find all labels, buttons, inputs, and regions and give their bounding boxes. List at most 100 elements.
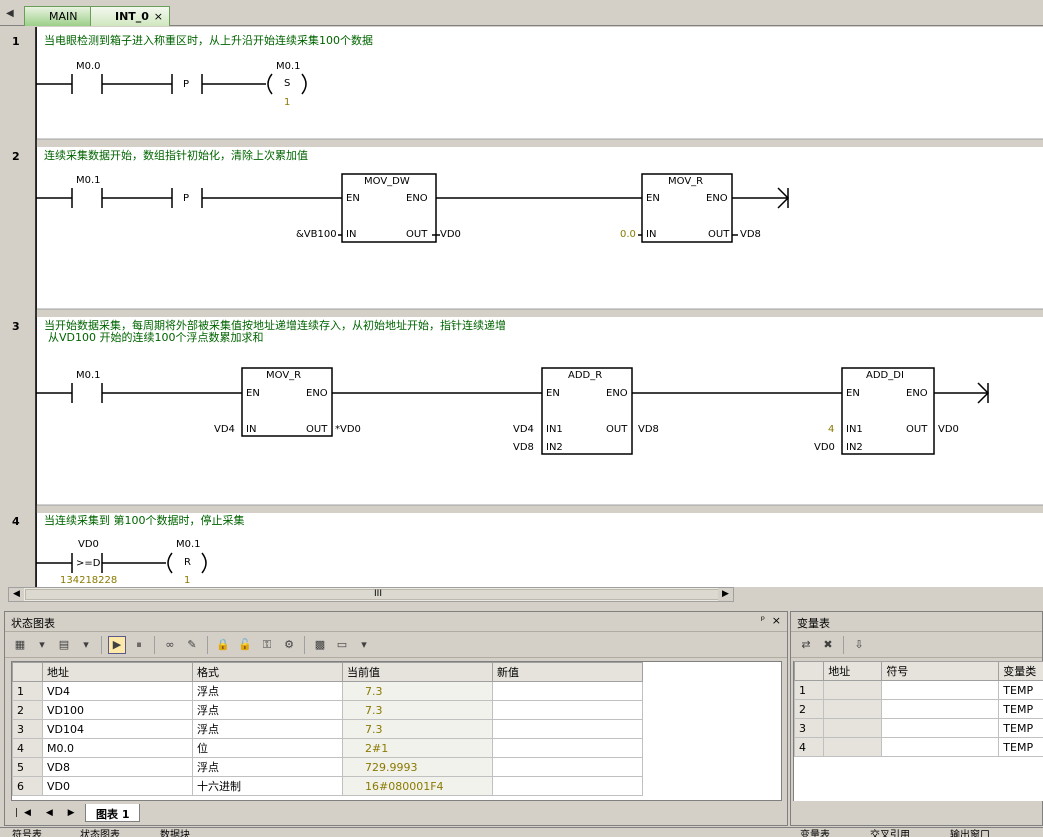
network-comment[interactable]: 连续采集数据开始，数组指针初始化，清除上次累加值 bbox=[44, 150, 308, 162]
col-header-format[interactable]: 格式 bbox=[192, 662, 343, 682]
network-comment[interactable]: 当电眼检测到箱子进入称重区时，从上升沿开始连续采集100个数据 bbox=[44, 35, 373, 47]
cell-format[interactable]: 浮点 bbox=[192, 700, 343, 720]
pin-icon[interactable]: ᵖ bbox=[761, 615, 765, 626]
cell-vartype[interactable]: TEMP bbox=[998, 737, 1043, 757]
monitor-pause-icon[interactable]: ⏸ bbox=[130, 636, 148, 654]
coil-operand[interactable]: M0.1 bbox=[276, 61, 301, 72]
cell-address[interactable]: M0.0 bbox=[42, 738, 193, 758]
scroll-left-icon[interactable]: ◀ bbox=[9, 588, 24, 601]
table-row[interactable]: 1 VD4 浮点 7.3 bbox=[12, 681, 643, 701]
pencil-icon[interactable]: ✎ bbox=[183, 636, 201, 654]
bottom-tab-var-table[interactable]: 变量表 bbox=[800, 828, 830, 837]
col-header-address[interactable]: 地址 bbox=[42, 662, 193, 682]
cell-new[interactable] bbox=[492, 681, 643, 701]
out-operand[interactable]: VD0 bbox=[938, 424, 959, 435]
cell-address[interactable]: VD8 bbox=[42, 757, 193, 777]
unlock-icon[interactable]: 🔓 bbox=[236, 636, 254, 654]
cell-vartype[interactable]: TEMP bbox=[998, 680, 1043, 700]
cell-address[interactable]: VD0 bbox=[42, 776, 193, 796]
options-icon[interactable]: ▭ bbox=[333, 636, 351, 654]
monitor-start-icon[interactable]: ▶ bbox=[108, 635, 126, 654]
col-header-vartype[interactable]: 变量类 bbox=[998, 661, 1043, 681]
hscroll-thumb[interactable]: III bbox=[25, 589, 731, 600]
close-icon[interactable]: × bbox=[772, 614, 781, 627]
tab-int0[interactable]: INT_0 × bbox=[90, 6, 170, 26]
cell-vartype[interactable]: TEMP bbox=[998, 699, 1043, 719]
table-row[interactable]: 4 M0.0 位 2#1 bbox=[12, 738, 643, 758]
table-row[interactable]: 1 TEMP bbox=[793, 680, 1043, 700]
cell-address[interactable]: VD100 bbox=[42, 700, 193, 720]
compare-value[interactable]: 134218228 bbox=[60, 575, 117, 586]
download-icon[interactable]: ⇩ bbox=[850, 636, 868, 654]
in-operand[interactable]: 0.0 bbox=[620, 229, 636, 240]
cell-format[interactable]: 十六进制 bbox=[192, 776, 343, 796]
contact-operand[interactable]: M0.0 bbox=[76, 61, 101, 72]
table-row[interactable]: 3 TEMP bbox=[793, 718, 1043, 738]
insert-row-icon[interactable]: ⇄ bbox=[797, 636, 815, 654]
cell-format[interactable]: 浮点 bbox=[192, 757, 343, 777]
bottom-tab-symbol-table[interactable]: 符号表 bbox=[12, 828, 42, 837]
cell-new[interactable] bbox=[492, 757, 643, 777]
tab-scroll-left-icon[interactable]: ◀ bbox=[6, 8, 14, 19]
cell-vartype[interactable]: TEMP bbox=[998, 718, 1043, 738]
cell-address[interactable]: VD4 bbox=[42, 681, 193, 701]
bottom-tab-status-chart[interactable]: 状态图表 bbox=[80, 828, 120, 837]
col-header-symbol[interactable]: 符号 bbox=[881, 661, 1000, 681]
coil-operand[interactable]: M0.1 bbox=[176, 539, 201, 550]
in2-operand[interactable]: VD8 bbox=[513, 442, 534, 453]
cell-address[interactable]: VD104 bbox=[42, 719, 193, 739]
scroll-right-icon[interactable]: ▶ bbox=[718, 588, 733, 601]
in2-operand[interactable]: VD0 bbox=[814, 442, 835, 453]
trend-chart-icon[interactable]: ▩ bbox=[311, 636, 329, 654]
dropdown-icon[interactable]: ▾ bbox=[355, 636, 373, 654]
close-icon[interactable]: × bbox=[154, 10, 163, 23]
cell-symbol[interactable] bbox=[881, 699, 1000, 719]
cell-format[interactable]: 浮点 bbox=[192, 681, 343, 701]
delete-row-icon[interactable]: ▤ bbox=[55, 636, 73, 654]
cell-new[interactable] bbox=[492, 700, 643, 720]
col-header-address[interactable]: 地址 bbox=[823, 661, 883, 681]
read-force-icon[interactable]: ⚙ bbox=[280, 636, 298, 654]
force-icon[interactable]: ⚿ bbox=[258, 636, 276, 654]
sheet-tab-chart1[interactable]: 图表 1 bbox=[85, 804, 141, 822]
ladder-editor[interactable]: 1 当电眼检测到箱子进入称重区时，从上升沿开始连续采集100个数据 2 连续采集… bbox=[8, 27, 1043, 587]
in-operand[interactable]: &VB100 bbox=[296, 229, 337, 240]
cell-new[interactable] bbox=[492, 738, 643, 758]
out-operand[interactable]: VD8 bbox=[638, 424, 659, 435]
cell-new[interactable] bbox=[492, 776, 643, 796]
cell-format[interactable]: 位 bbox=[192, 738, 343, 758]
bottom-tab-output[interactable]: 输出窗口 bbox=[950, 828, 990, 837]
glasses-icon[interactable]: ∞ bbox=[161, 636, 179, 654]
cell-symbol[interactable] bbox=[881, 737, 1000, 757]
lock-icon[interactable]: 🔒 bbox=[214, 636, 232, 654]
table-row[interactable]: 3 VD104 浮点 7.3 bbox=[12, 719, 643, 739]
col-header-new[interactable]: 新值 bbox=[492, 662, 643, 682]
compare-operand[interactable]: VD0 bbox=[78, 539, 99, 550]
cell-symbol[interactable] bbox=[881, 718, 1000, 738]
cell-new[interactable] bbox=[492, 719, 643, 739]
delete-row-icon[interactable]: ✖ bbox=[819, 636, 837, 654]
out-operand[interactable]: VD8 bbox=[740, 229, 761, 240]
col-header-current[interactable]: 当前值 bbox=[342, 662, 493, 682]
dropdown-icon[interactable]: ▾ bbox=[33, 636, 51, 654]
contact-operand[interactable]: M0.1 bbox=[76, 370, 101, 381]
cell-format[interactable]: 浮点 bbox=[192, 719, 343, 739]
out-operand[interactable]: *VD0 bbox=[335, 424, 361, 435]
network-comment[interactable]: 当连续采集到 第100个数据时，停止采集 bbox=[44, 515, 245, 527]
in1-operand[interactable]: VD4 bbox=[513, 424, 534, 435]
cell-symbol[interactable] bbox=[881, 680, 1000, 700]
table-row[interactable]: 2 VD100 浮点 7.3 bbox=[12, 700, 643, 720]
in1-operand[interactable]: 4 bbox=[828, 424, 834, 435]
contact-operand[interactable]: M0.1 bbox=[76, 175, 101, 186]
out-operand[interactable]: VD0 bbox=[440, 229, 461, 240]
table-row[interactable]: 2 TEMP bbox=[793, 699, 1043, 719]
table-row[interactable]: 4 TEMP bbox=[793, 737, 1043, 757]
bottom-tab-cross-ref[interactable]: 交叉引用 bbox=[870, 828, 910, 837]
network-comment-line2[interactable]: 从VD100 开始的连续100个浮点数累加求和 bbox=[48, 332, 263, 344]
table-row[interactable]: 5 VD8 浮点 729.9993 bbox=[12, 757, 643, 777]
editor-hscroll[interactable]: ◀ III ▶ bbox=[8, 587, 734, 602]
in-operand[interactable]: VD4 bbox=[214, 424, 235, 435]
dropdown-icon[interactable]: ▾ bbox=[77, 636, 95, 654]
add-row-icon[interactable]: ▦ bbox=[11, 636, 29, 654]
bottom-tab-data-block[interactable]: 数据块 bbox=[160, 828, 190, 837]
